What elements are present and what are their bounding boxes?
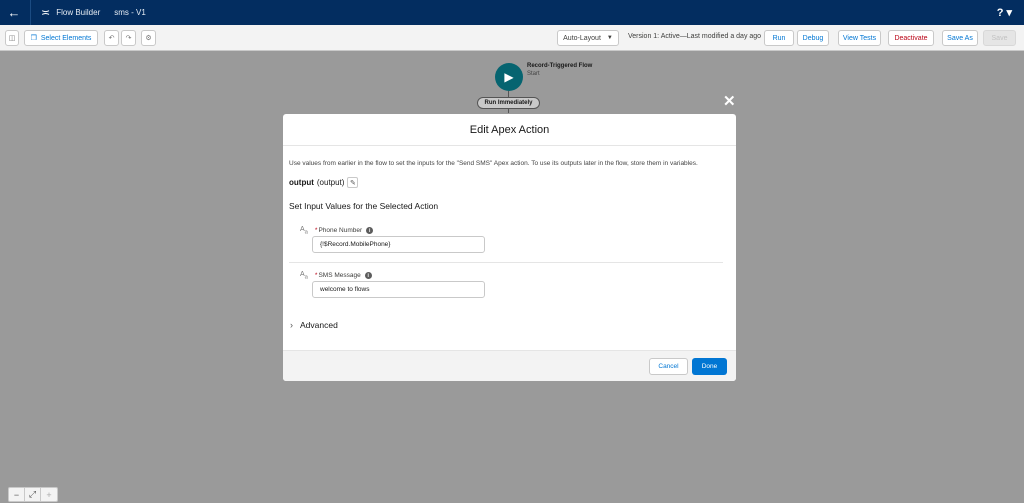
flow-builder-icon: ≍ [41, 7, 51, 19]
select-elements-icon: ❒ [30, 35, 37, 42]
undo-button[interactable]: ↶ [104, 30, 119, 46]
input-values-heading: Set Input Values for the Selected Action [289, 201, 439, 211]
layout-select[interactable]: Auto-Layout ▼ [557, 30, 619, 46]
start-node-subtitle: Start [527, 71, 540, 77]
toolbar: ◫ ❒ Select Elements ↶ ↷ ⚙ Auto-Layout ▼ … [0, 25, 1024, 51]
modal-header: Edit Apex Action [283, 114, 736, 146]
version-status: Version 1: Active—Last modified a day ag… [628, 33, 762, 40]
flow-name: sms - V1 [114, 8, 146, 17]
select-elements-button[interactable]: ❒ Select Elements [24, 30, 98, 46]
phone-number-value: {!$Record.MobilePhone} [320, 241, 391, 248]
sms-message-input[interactable]: welcome to flows [312, 281, 485, 298]
field-divider [289, 262, 723, 263]
required-marker: * [314, 227, 318, 235]
zoom-controls: − ⤢ + [8, 487, 58, 502]
run-immediately-pill[interactable]: Run Immediately [477, 97, 540, 109]
deactivate-button[interactable]: Deactivate [888, 30, 934, 46]
phone-number-label: Aa * Phone Number i [300, 226, 374, 236]
modal-footer: Cancel Done [283, 350, 736, 381]
gear-icon: ⚙ [145, 35, 152, 42]
info-icon[interactable]: i [366, 227, 374, 235]
layout-select-value: Auto-Layout [563, 34, 601, 42]
text-type-icon: Aa [300, 226, 308, 236]
app-title: Flow Builder [56, 8, 101, 17]
info-icon[interactable]: i [364, 272, 372, 280]
advanced-label: Advanced [300, 320, 338, 330]
sms-message-label-text: SMS Message [318, 272, 361, 280]
phone-number-label-text: Phone Number [318, 227, 363, 235]
fit-view-button[interactable]: ⤢ [25, 488, 41, 501]
action-label-row: output (output) ✎ [289, 177, 359, 188]
zoom-out-button[interactable]: − [9, 488, 25, 501]
text-type-icon: Aa [300, 271, 308, 281]
edit-pencil-icon[interactable]: ✎ [347, 177, 359, 188]
zoom-in-button[interactable]: + [41, 488, 57, 501]
cancel-button[interactable]: Cancel [649, 358, 688, 375]
action-api-name: (output) [316, 178, 345, 187]
play-icon: ▶ [504, 70, 514, 84]
run-button[interactable]: Run [764, 30, 794, 46]
redo-icon: ↷ [125, 35, 132, 42]
header-divider [30, 0, 31, 25]
sms-message-label: Aa * SMS Message i [300, 271, 372, 280]
back-arrow-icon[interactable]: ← [4, 5, 24, 20]
debug-button[interactable]: Debug [797, 30, 829, 46]
edit-apex-action-modal: Edit Apex Action Use values from earlier… [283, 114, 736, 381]
view-tests-button[interactable]: View Tests [838, 30, 881, 46]
save-as-button[interactable]: Save As [942, 30, 978, 46]
save-button[interactable]: Save [983, 30, 1016, 46]
toggle-panel-button[interactable]: ◫ [5, 30, 19, 46]
chevron-right-icon: › [290, 320, 293, 330]
action-label: output [289, 178, 314, 187]
undo-icon: ↶ [108, 35, 115, 42]
phone-number-input[interactable]: {!$Record.MobilePhone} [312, 236, 485, 253]
start-node[interactable]: ▶ [495, 63, 523, 91]
sms-message-value: welcome to flows [320, 286, 370, 293]
modal-title: Edit Apex Action [469, 123, 550, 136]
chevron-down-icon: ▼ [606, 35, 613, 41]
done-button[interactable]: Done [692, 358, 727, 375]
close-modal-icon[interactable]: ✕ [723, 92, 736, 110]
start-node-title: Record-Triggered Flow [527, 63, 593, 69]
settings-button[interactable]: ⚙ [141, 30, 156, 46]
help-menu-button[interactable]: ? ▾ [997, 6, 1012, 19]
redo-button[interactable]: ↷ [121, 30, 136, 46]
global-header: ← ≍ Flow Builder sms - V1 ? ▾ [0, 0, 1024, 25]
advanced-section-toggle[interactable]: › Advanced [290, 320, 338, 330]
select-elements-label: Select Elements [40, 34, 92, 42]
modal-intro-text: Use values from earlier in the flow to s… [289, 160, 698, 167]
panel-icon: ◫ [8, 35, 16, 42]
required-marker: * [314, 272, 318, 280]
